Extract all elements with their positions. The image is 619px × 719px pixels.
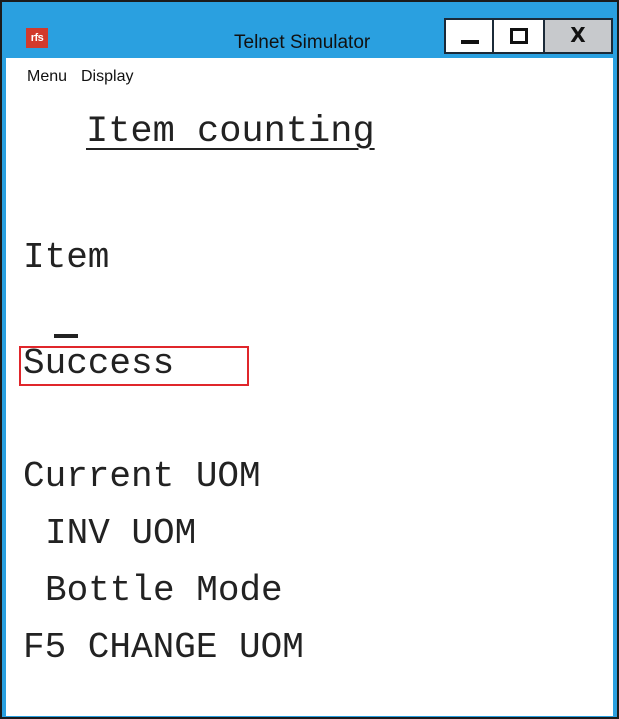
rfs-app-icon[interactable]: rfs: [26, 28, 48, 48]
maximize-button[interactable]: [494, 18, 545, 54]
screen-title: Item counting: [86, 111, 375, 153]
item-label: Item: [23, 237, 110, 278]
close-button[interactable]: X: [545, 18, 613, 54]
minimize-icon: [461, 40, 479, 44]
inv-uom-value: INV UOM: [45, 513, 197, 554]
menu-item-menu[interactable]: Menu: [27, 68, 67, 86]
current-uom-label: Current UOM: [23, 456, 261, 497]
menu-item-display[interactable]: Display: [81, 68, 133, 86]
window-title: Telnet Simulator: [234, 32, 371, 53]
menu-bar: Menu Display: [6, 58, 613, 94]
input-cursor[interactable]: [54, 334, 78, 338]
title-bar[interactable]: rfs Telnet Simulator X: [6, 6, 613, 58]
bottle-mode-value: Bottle Mode: [45, 570, 283, 611]
close-icon: X: [570, 23, 586, 47]
terminal-screen[interactable]: Item counting Item Success Current UOM I…: [6, 94, 613, 716]
maximize-icon: [510, 28, 528, 44]
f5-change-uom-hint[interactable]: F5 CHANGE UOM: [23, 628, 304, 668]
telnet-simulator-window: rfs Telnet Simulator X Menu Display Item…: [0, 0, 619, 719]
minimize-button[interactable]: [444, 18, 494, 54]
status-highlight-box: [19, 346, 249, 386]
